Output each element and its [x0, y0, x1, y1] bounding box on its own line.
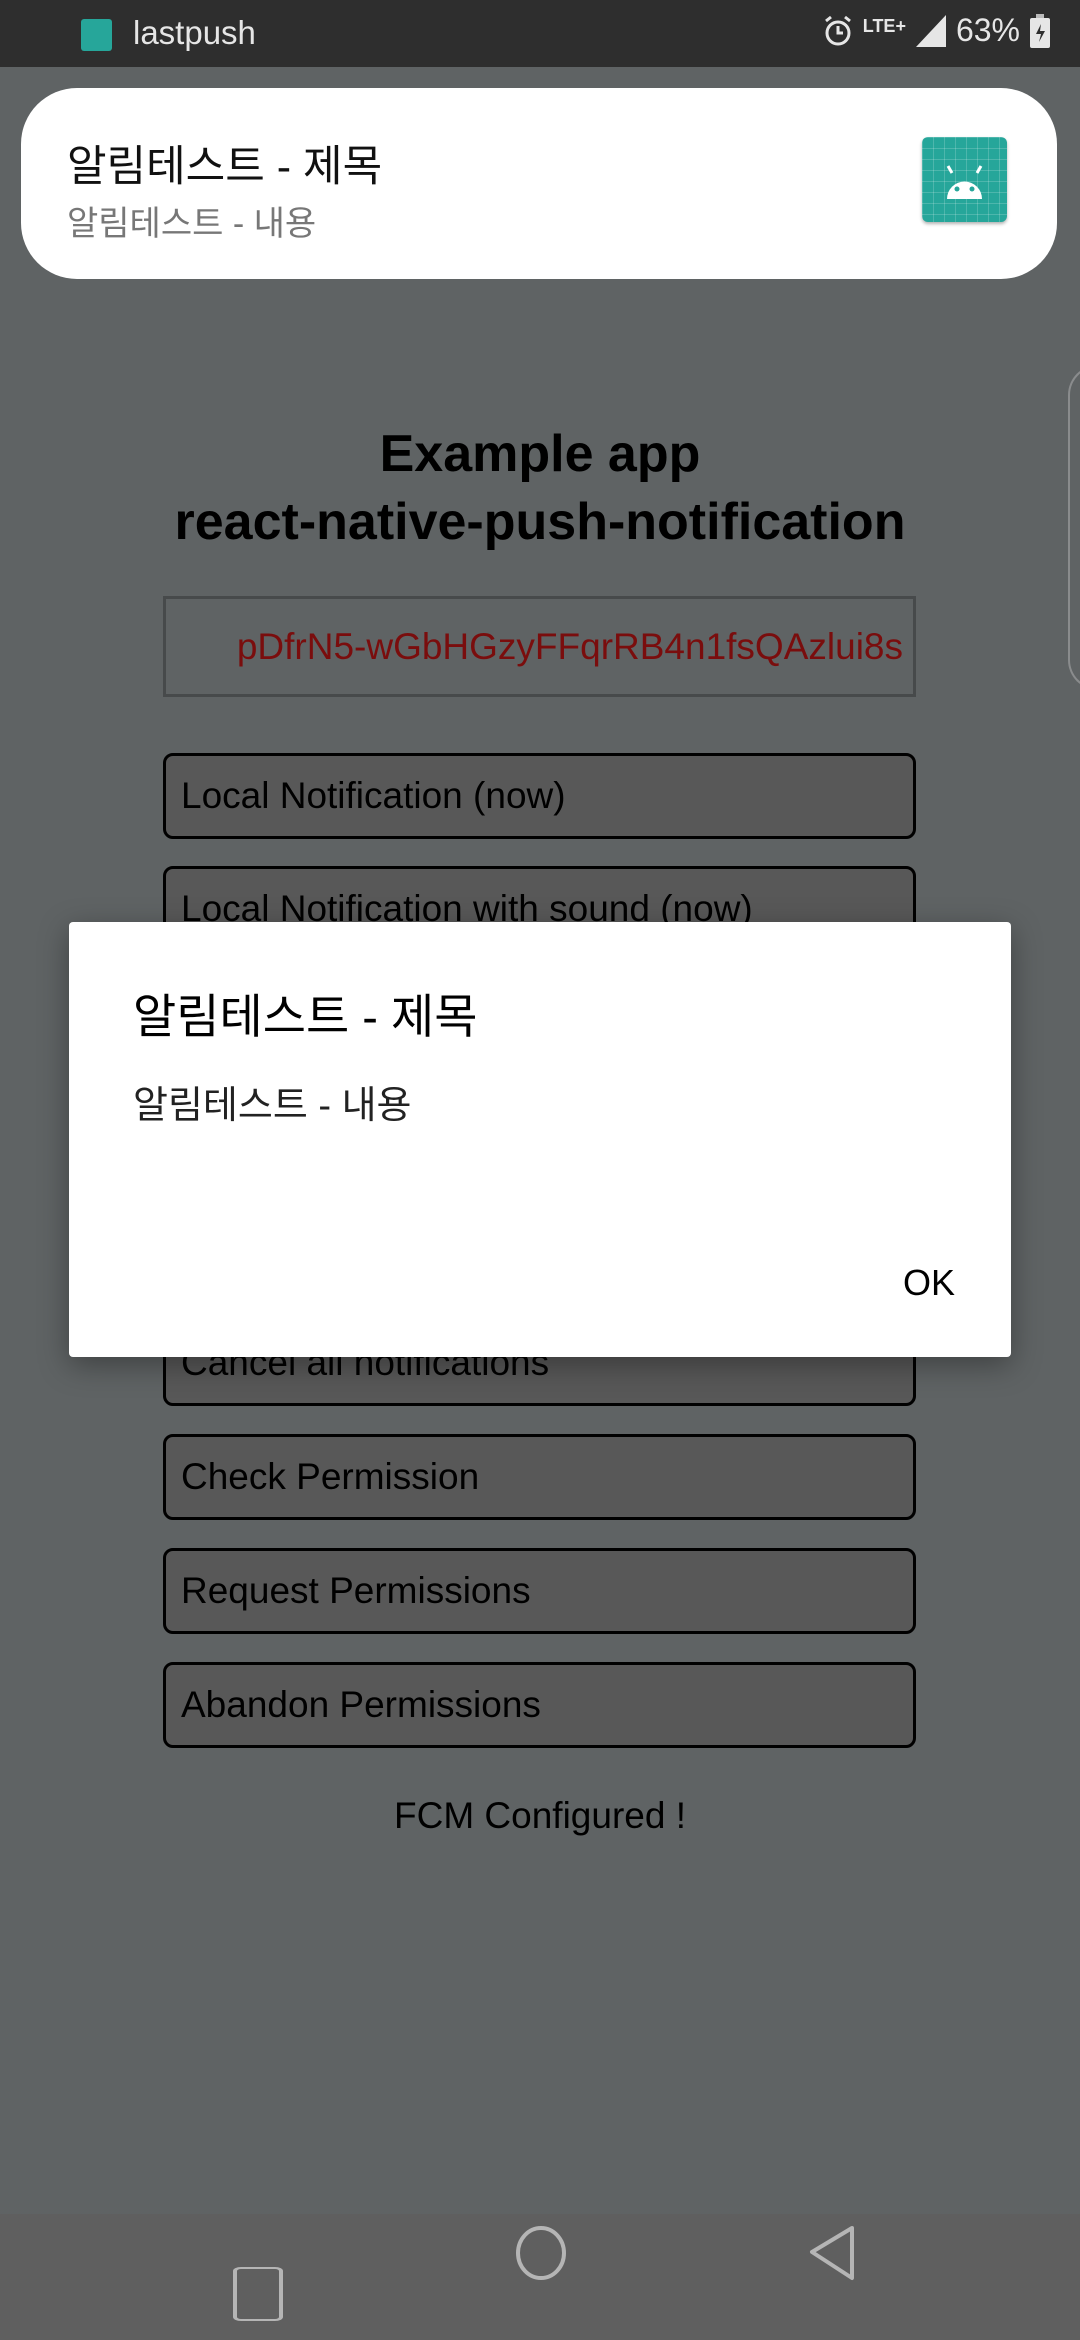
back-icon[interactable] — [808, 2214, 860, 2340]
status-bar: lastpush LTE+ 63% — [0, 0, 1080, 67]
request-permissions-button[interactable]: Request Permissions — [163, 1548, 916, 1634]
check-permission-button[interactable]: Check Permission — [163, 1434, 916, 1520]
title-line-1: Example app — [379, 425, 701, 483]
battery-percent: 63% — [955, 12, 1020, 48]
battery-charging-icon — [1030, 13, 1050, 48]
status-app-name: lastpush — [133, 14, 256, 51]
title-line-2: react-native-push-notification — [174, 493, 906, 551]
home-icon[interactable] — [515, 2214, 567, 2340]
notification-content: 알림테스트 - 내용 — [67, 205, 317, 243]
ok-button[interactable]: OK — [895, 1254, 963, 1312]
dialog-message: 알림테스트 - 내용 — [133, 1085, 412, 1127]
navigation-bar — [0, 2214, 1080, 2340]
abandon-permissions-button[interactable]: Abandon Permissions — [163, 1662, 916, 1748]
alarm-icon — [824, 15, 851, 45]
token-text: pDfrN5-wGbHGzyFFqrRB4n1fsQAzlui8s — [236, 626, 903, 667]
alert-dialog: 알림테스트 - 제목 알림테스트 - 내용 OK — [69, 922, 1011, 1357]
fcm-status: FCM Configured ! — [394, 1795, 686, 1836]
signal-icon — [915, 14, 946, 47]
token-field[interactable]: pDfrN5-wGbHGzyFFqrRB4n1fsQAzlui8s — [163, 596, 916, 697]
dialog-title: 알림테스트 - 제목 — [133, 990, 478, 1043]
lte-icon: LTE+ — [862, 16, 906, 36]
notification-title: 알림테스트 - 제목 — [67, 143, 383, 191]
local-notification-button[interactable]: Local Notification (now) — [163, 753, 916, 839]
recents-icon[interactable] — [233, 2214, 285, 2340]
heads-up-notification[interactable]: 알림테스트 - 제목 알림테스트 - 내용 — [21, 88, 1057, 279]
android-app-icon — [81, 19, 112, 51]
android-app-icon — [922, 137, 1007, 222]
page-title: Example app react-native-push-notificati… — [0, 420, 1080, 556]
